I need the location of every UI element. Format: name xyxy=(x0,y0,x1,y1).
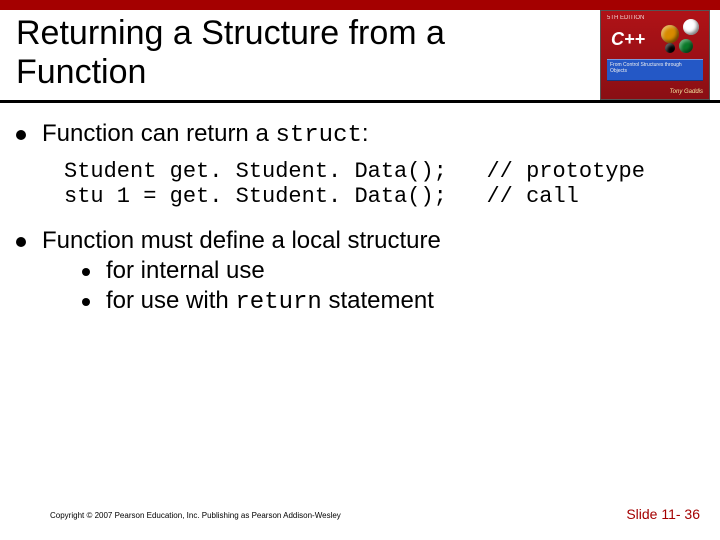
cover-subtitle-panel: From Control Structures through Objects xyxy=(607,59,703,81)
cover-author: Tony Gaddis xyxy=(670,89,703,95)
inline-code: struct xyxy=(275,122,361,149)
bullet-text: Function must define a local structure f… xyxy=(42,227,441,316)
cover-logo-text: C++ xyxy=(611,29,645,50)
sub-bullet-text: for internal use xyxy=(106,257,265,285)
text-line: Function must define a local structure xyxy=(42,227,441,255)
billiard-ball-icon xyxy=(661,25,679,43)
sub-bullet-item: for use with return statement xyxy=(82,287,441,316)
code-line: stu 1 = get. Student. Data(); // call xyxy=(64,184,579,209)
cover-edition-label: 5TH EDITION xyxy=(607,15,644,21)
slide-body: Function can return a struct: Student ge… xyxy=(16,120,700,326)
bullet-dot-icon xyxy=(82,298,90,306)
bullet-item: Function must define a local structure f… xyxy=(16,227,700,316)
billiard-ball-icon xyxy=(683,19,699,35)
copyright-text: Copyright © 2007 Pearson Education, Inc.… xyxy=(50,511,341,520)
slide-title: Returning a Structure from a Function xyxy=(16,14,576,92)
bullet-item: Function can return a struct: xyxy=(16,120,700,149)
bullet-dot-icon xyxy=(82,268,90,276)
code-line: Student get. Student. Data(); // prototy… xyxy=(64,159,645,184)
billiard-ball-icon xyxy=(679,39,693,53)
slide-number: Slide 11- 36 xyxy=(626,506,700,522)
bullet-dot-icon xyxy=(16,130,26,140)
inline-code: return xyxy=(235,289,321,316)
bullet-text: Function can return a struct: xyxy=(42,120,369,149)
sub-bullet-text: for use with return statement xyxy=(106,287,434,316)
bullet-dot-icon xyxy=(16,237,26,247)
text-span: for use with xyxy=(106,287,235,314)
book-cover-thumbnail: 5TH EDITION C++ From Control Structures … xyxy=(600,10,710,100)
text-span: : xyxy=(362,120,369,147)
top-accent-bar xyxy=(0,0,720,10)
billiard-ball-icon xyxy=(665,43,675,53)
title-underline xyxy=(0,100,720,103)
sub-bullet-item: for internal use xyxy=(82,257,441,285)
cover-billiard-balls xyxy=(657,17,703,57)
code-block: Student get. Student. Data(); // prototy… xyxy=(64,159,700,209)
text-span: Function can return a xyxy=(42,120,275,147)
slide: Returning a Structure from a Function 5T… xyxy=(0,0,720,540)
text-span: statement xyxy=(322,287,434,314)
